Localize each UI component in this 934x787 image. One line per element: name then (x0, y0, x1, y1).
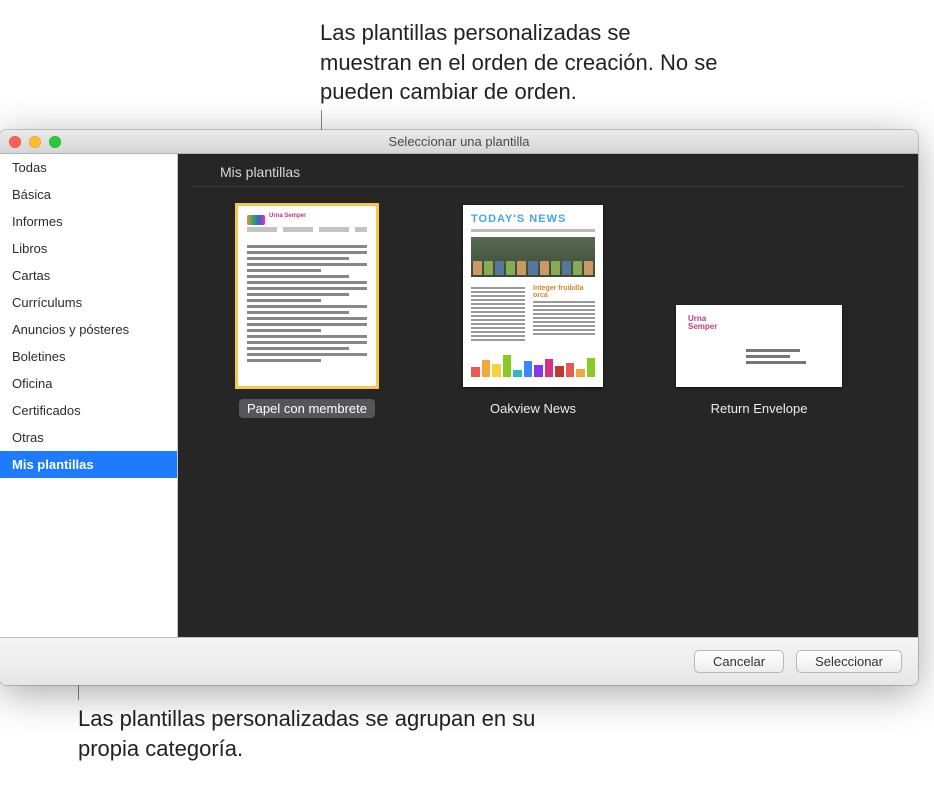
sidebar-item-label: Libros (12, 241, 47, 256)
newsletter-masthead: TODAY'S NEWS (471, 213, 566, 225)
sidebar-item-label: Básica (12, 187, 51, 202)
bar-chart-icon (471, 353, 595, 377)
annotation-bottom: Las plantillas personalizadas se agrupan… (78, 704, 538, 763)
people-row (473, 261, 593, 275)
sender-name: Urna Semper (269, 213, 306, 219)
sidebar-item-label: Boletines (12, 349, 65, 364)
sidebar-item-label: Mis plantillas (12, 457, 94, 472)
template-grid-area: Mis plantillas Urna Semper Papel con mem… (178, 154, 918, 637)
return-name: UrnaSemper (688, 315, 717, 331)
column-text (471, 287, 525, 343)
template-label: Oakview News (482, 399, 584, 418)
sidebar-item-otras[interactable]: Otras (0, 424, 177, 451)
logo-icon (247, 215, 265, 225)
sidebar-item-label: Otras (12, 430, 44, 445)
column-text (533, 301, 595, 337)
category-sidebar: Todas Básica Informes Libros Cartas Curr… (0, 154, 178, 637)
sidebar-item-anuncios[interactable]: Anuncios y pósteres (0, 316, 177, 343)
divider (471, 229, 595, 232)
template-grid: Urna Semper Papel con membrete TODAY'S N… (178, 205, 918, 418)
template-thumbnail: TODAY'S NEWS Integer fruibilla orca (463, 205, 603, 387)
sidebar-item-oficina[interactable]: Oficina (0, 370, 177, 397)
body-text-placeholder (247, 245, 367, 369)
template-return-envelope[interactable]: UrnaSemper Return Envelope (676, 305, 842, 418)
window-titlebar: Seleccionar una plantilla (0, 130, 918, 154)
sidebar-item-basica[interactable]: Básica (0, 181, 177, 208)
sidebar-item-todas[interactable]: Todas (0, 154, 177, 181)
select-button[interactable]: Seleccionar (796, 650, 902, 673)
sidebar-item-boletines[interactable]: Boletines (0, 343, 177, 370)
sidebar-item-label: Todas (12, 160, 47, 175)
sidebar-item-label: Certificados (12, 403, 81, 418)
sidebar-item-label: Cartas (12, 268, 50, 283)
sidebar-item-mis-plantillas[interactable]: Mis plantillas (0, 451, 177, 478)
section-header: Mis plantillas (192, 154, 904, 187)
template-label: Return Envelope (703, 399, 816, 418)
dialog-footer: Cancelar Seleccionar (0, 637, 918, 685)
sidebar-item-label: Informes (12, 214, 63, 229)
sidebar-item-informes[interactable]: Informes (0, 208, 177, 235)
article-headline: Integer fruibilla orca (533, 285, 595, 299)
template-thumbnail: UrnaSemper (676, 305, 842, 387)
window-title: Seleccionar una plantilla (0, 134, 918, 149)
sidebar-item-cartas[interactable]: Cartas (0, 262, 177, 289)
template-label: Papel con membrete (239, 399, 375, 418)
annotation-top: Las plantillas personalizadas se muestra… (320, 18, 720, 107)
sidebar-item-label: Anuncios y pósteres (12, 322, 129, 337)
sidebar-item-label: Currículums (12, 295, 82, 310)
address-placeholder (746, 349, 806, 367)
sidebar-item-curriculums[interactable]: Currículums (0, 289, 177, 316)
contact-line (247, 227, 367, 232)
sidebar-item-certificados[interactable]: Certificados (0, 397, 177, 424)
template-papel-con-membrete[interactable]: Urna Semper Papel con membrete (224, 205, 390, 418)
sidebar-item-label: Oficina (12, 376, 52, 391)
template-oakview-news[interactable]: TODAY'S NEWS Integer fruibilla orca (450, 205, 616, 418)
cancel-button[interactable]: Cancelar (694, 650, 784, 673)
window-body: Todas Básica Informes Libros Cartas Curr… (0, 154, 918, 637)
sidebar-item-libros[interactable]: Libros (0, 235, 177, 262)
template-thumbnail: Urna Semper (237, 205, 377, 387)
template-chooser-window: Seleccionar una plantilla Todas Básica I… (0, 130, 918, 685)
